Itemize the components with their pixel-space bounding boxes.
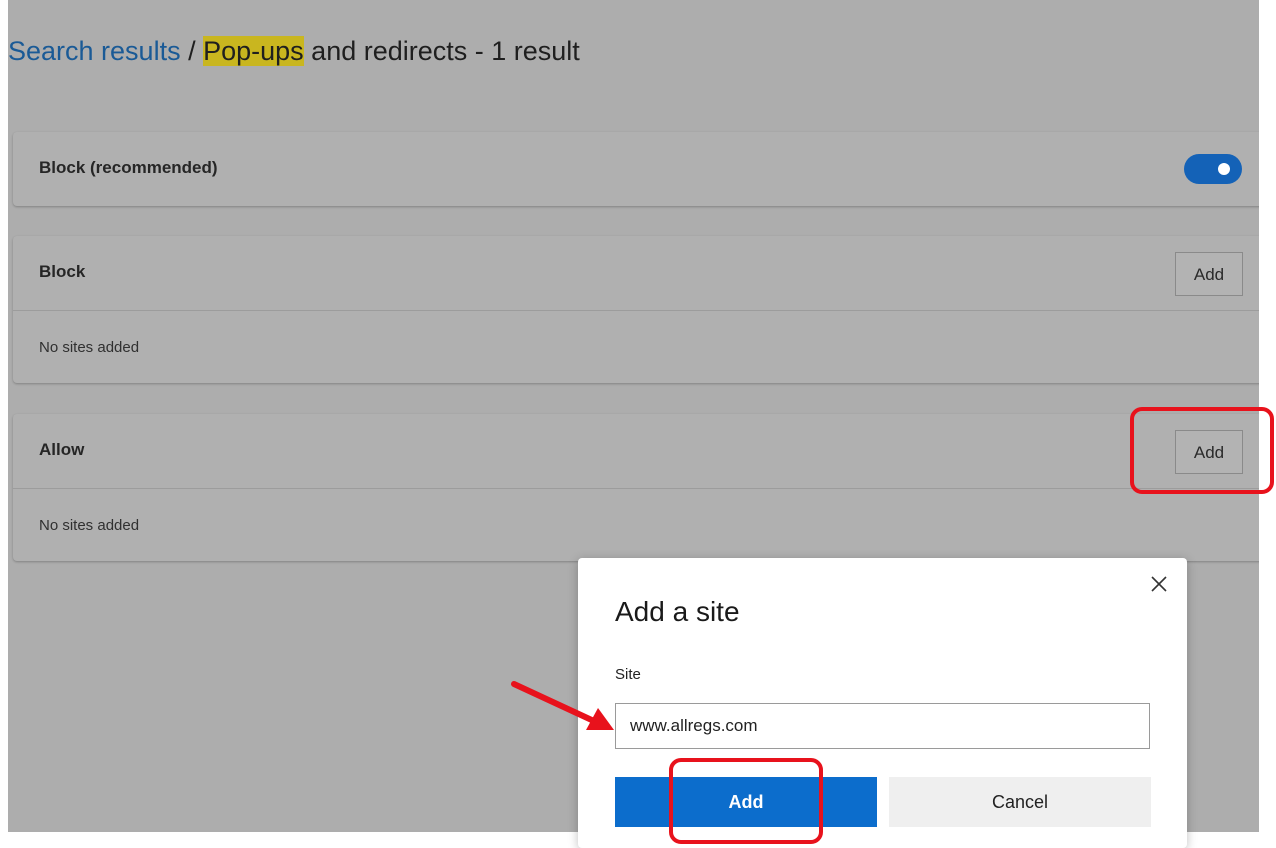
block-recommended-card: Block (recommended)	[13, 132, 1259, 206]
page-title: Search results / Pop-ups and redirects -…	[8, 36, 580, 67]
site-input[interactable]	[615, 703, 1150, 749]
close-icon-glyph	[1151, 576, 1167, 592]
dialog-add-callout	[669, 758, 823, 844]
close-icon[interactable]	[1147, 572, 1171, 596]
allow-empty-text: No sites added	[39, 517, 140, 534]
arrow-icon	[511, 681, 614, 730]
search-highlight: Pop-ups	[203, 36, 304, 66]
allow-list-card: Allow Add No sites added	[13, 414, 1259, 561]
block-add-button[interactable]: Add	[1175, 252, 1243, 296]
allow-add-callout	[1130, 407, 1274, 494]
page-title-rest: and redirects - 1 result	[303, 36, 580, 66]
breadcrumb-search-results-link[interactable]: Search results	[8, 36, 181, 66]
dialog-title: Add a site	[615, 596, 740, 627]
allow-list-label: Allow	[39, 440, 85, 459]
block-empty-text: No sites added	[39, 339, 140, 356]
block-list-card: Block Add No sites added	[13, 236, 1259, 383]
block-list-label: Block	[39, 262, 86, 281]
dialog-cancel-button[interactable]: Cancel	[889, 777, 1151, 827]
block-recommended-toggle[interactable]	[1184, 154, 1242, 184]
toggle-knob	[1218, 163, 1230, 175]
block-recommended-label: Block (recommended)	[39, 158, 218, 177]
breadcrumb-separator: /	[180, 36, 204, 66]
